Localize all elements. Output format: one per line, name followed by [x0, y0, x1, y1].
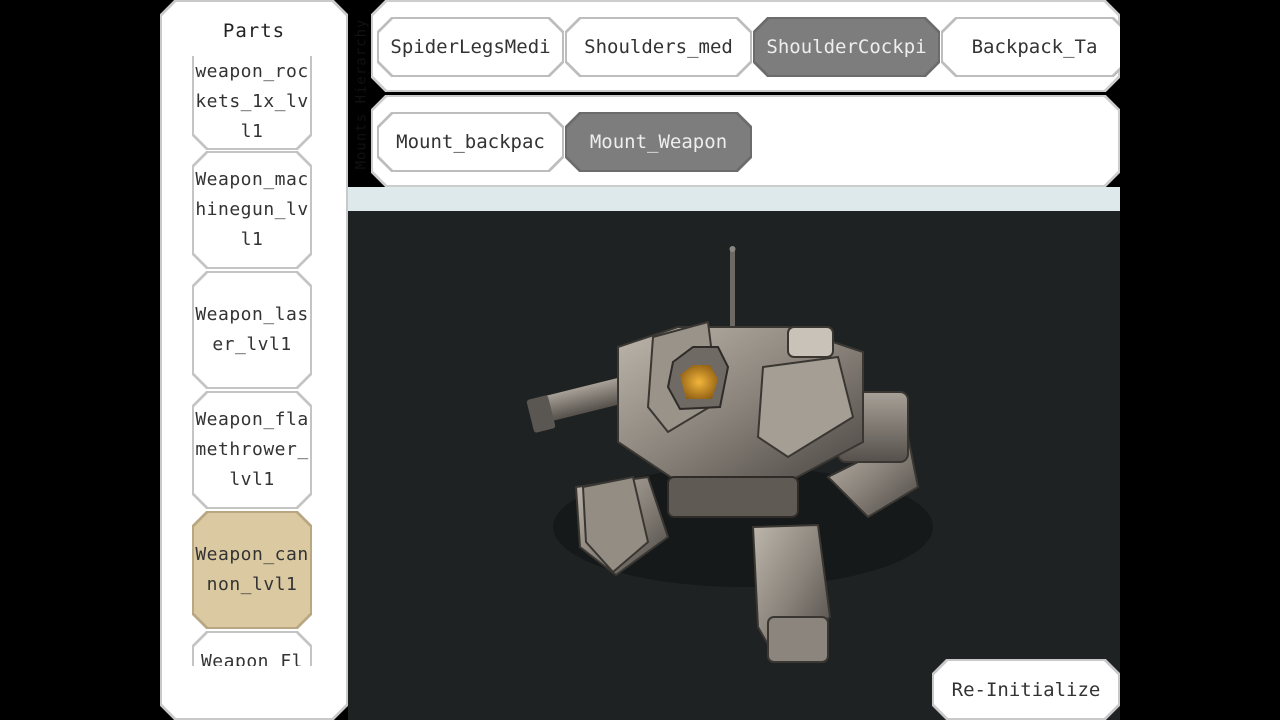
part-item-weapon-flamethrower[interactable]: Weapon_flamethrower_lvl1 — [192, 391, 312, 509]
part-item-label: Weapon_cannon_lvl1 — [195, 544, 309, 595]
part-item-label: Weapon_Fl — [200, 651, 304, 666]
mount-chip-label: ShoulderCockpi — [766, 36, 927, 58]
part-item-weapon-fl[interactable]: Weapon_Fl — [192, 631, 312, 666]
parts-list[interactable]: weapon_rockets_1x_lvl1 Weapon_machinegun… — [192, 56, 316, 666]
mount-row-1: SpiderLegsMedi Shoulders_med ShoulderCoc… — [371, 0, 1120, 92]
part-item-label: Weapon_laser_lvl1 — [195, 304, 309, 355]
part-item-label: Weapon_flamethrower_lvl1 — [195, 409, 309, 490]
part-item-weapon-laser[interactable]: Weapon_laser_lvl1 — [192, 271, 312, 389]
mech-model — [526, 246, 933, 664]
part-item-weapon-cannon[interactable]: Weapon_cannon_lvl1 — [192, 511, 312, 629]
mount-row-2: Mount_backpac Mount_Weapon — [371, 95, 1120, 187]
mounts-hierarchy-label: Mounts Hierarchy — [353, 18, 370, 169]
mount-chip-mount-backpack[interactable]: Mount_backpac — [377, 112, 564, 172]
part-item-weapon-machinegun[interactable]: Weapon_machinegun_lvl1 — [192, 151, 312, 269]
mount-chip-backpack[interactable]: Backpack_Ta — [941, 17, 1128, 77]
part-item-weapon-rockets[interactable]: weapon_rockets_1x_lvl1 — [192, 56, 312, 150]
3d-viewport[interactable] — [348, 187, 1120, 720]
part-item-label: weapon_rockets_1x_lvl1 — [195, 61, 309, 142]
parts-panel: Parts weapon_rockets_1x_lvl1 Weapon_mach… — [160, 0, 348, 720]
mount-chip-spiderlegs[interactable]: SpiderLegsMedi — [377, 17, 564, 77]
mount-chip-label: Backpack_Ta — [971, 36, 1098, 58]
reinitialize-button[interactable]: Re-Initialize — [932, 659, 1120, 720]
mount-chip-mount-weapon[interactable]: Mount_Weapon — [565, 112, 752, 172]
reinitialize-label: Re-Initialize — [951, 678, 1101, 701]
mount-chip-shoulders[interactable]: Shoulders_med — [565, 17, 752, 77]
part-item-label: Weapon_machinegun_lvl1 — [195, 169, 309, 250]
parts-title: Parts — [222, 20, 286, 42]
mount-chip-label: Mount_Weapon — [589, 131, 728, 153]
mount-chip-label: Mount_backpac — [396, 131, 545, 153]
mount-chip-label: SpiderLegsMedi — [390, 36, 551, 58]
mount-chip-label: Shoulders_med — [584, 36, 733, 58]
mount-chip-shouldercockpit[interactable]: ShoulderCockpi — [753, 17, 940, 77]
mounts-hierarchy-panel: Mounts Hierarchy SpiderLegsMedi Shoulder… — [348, 0, 1120, 187]
